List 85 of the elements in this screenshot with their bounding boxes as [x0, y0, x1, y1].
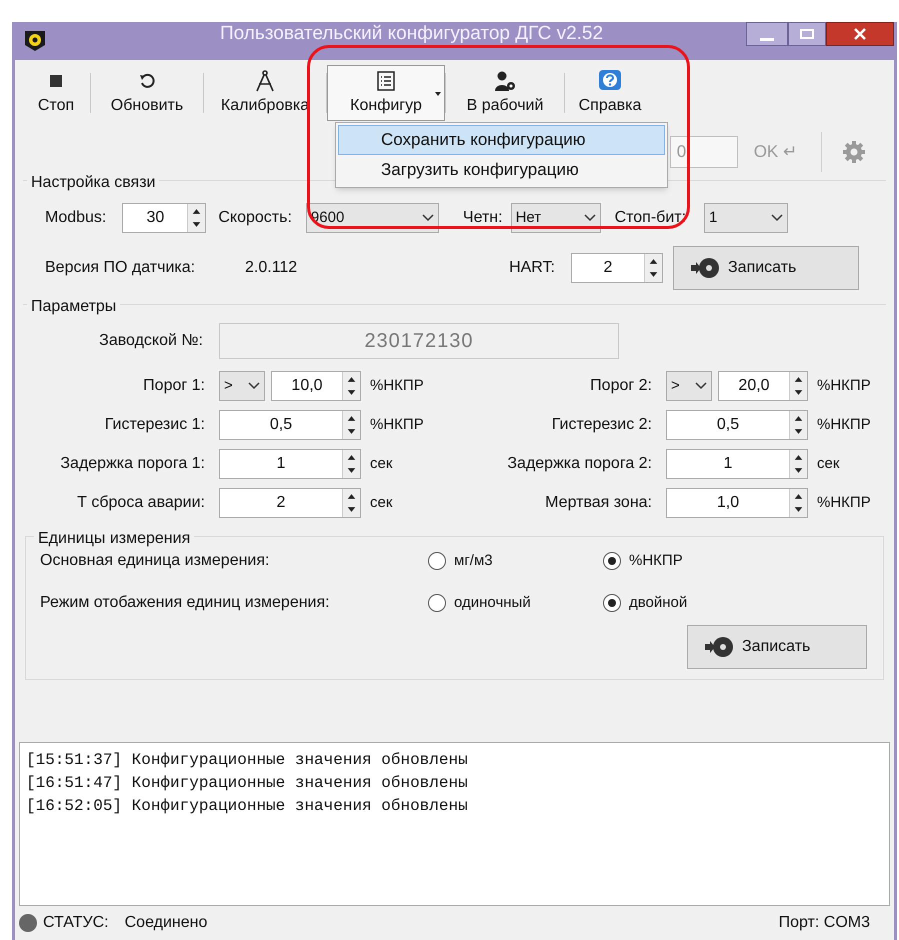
log-line: [15:51:37] Конфигурационные значения обновлены — [26, 750, 469, 771]
option-label: Режим отобажения единиц измерения: — [40, 593, 331, 613]
toolbar-button[interactable]: В рабочий — [446, 65, 564, 121]
disc-arrow-icon — [690, 257, 720, 279]
radio-label: мг/м3 — [454, 550, 493, 571]
field-label: Версия ПО датчика: — [45, 258, 196, 278]
status-value: Соединено — [124, 913, 208, 933]
menu-item[interactable]: Сохранить конфигурацию — [338, 125, 665, 155]
spin-field[interactable]: 1 — [219, 449, 361, 479]
close-button[interactable] — [826, 22, 894, 46]
field-label: Порог 1: — [142, 376, 206, 396]
version-value: 2.0.112 — [245, 258, 298, 278]
radio-label: двойной — [629, 592, 688, 613]
field-label: Стоп-бит: — [614, 208, 686, 228]
toolbar-button[interactable]: Обновить — [91, 65, 203, 121]
app-logo-icon — [23, 29, 47, 53]
window-title: Пользовательский конфигуратор ДГС v2.52 — [220, 24, 604, 44]
spin-field[interactable]: 2 — [219, 488, 361, 518]
radio-button[interactable] — [603, 552, 621, 570]
toolbar-button[interactable]: Конфигур — [327, 65, 445, 121]
spin-field[interactable]: 0,5 — [666, 410, 808, 440]
unit-label: %НКПР — [816, 376, 871, 396]
field-label: Четн: — [462, 208, 503, 228]
field-label: Modbus: — [45, 208, 106, 228]
dropdown-field[interactable]: 1 — [704, 203, 788, 233]
spin-field[interactable]: 1,0 — [666, 488, 808, 518]
log-line: [16:52:05] Конфигурационные значения обновлены — [26, 796, 469, 817]
field-label: HART: — [508, 258, 555, 278]
option-label: Основная единица измерения: — [40, 551, 270, 571]
radio-button[interactable] — [603, 594, 621, 612]
refresh-icon — [138, 72, 156, 90]
menu-item[interactable]: Загрузить конфигурацию — [338, 155, 665, 185]
unit-label: %НКПР — [816, 492, 871, 513]
status-label: СТАТУС: — [43, 913, 109, 933]
spin-field[interactable]: 20,0 — [718, 371, 808, 401]
help-icon — [598, 69, 622, 93]
chevron-down-icon — [248, 382, 260, 390]
unit-label: сек — [816, 454, 840, 474]
toolbar-button[interactable]: Справка — [565, 65, 655, 121]
spin-field[interactable]: 30 — [122, 203, 206, 233]
worker-gear-icon — [493, 70, 517, 92]
radio-button[interactable] — [428, 594, 446, 612]
chevron-down-icon — [584, 214, 596, 222]
write-button[interactable]: Записать — [673, 246, 859, 290]
chevron-down-icon — [771, 214, 784, 222]
dropdown-field[interactable]: > — [219, 371, 265, 401]
dropdown-field[interactable]: Нет — [510, 203, 601, 233]
chevron-down-icon — [695, 382, 707, 390]
spin-field[interactable]: 10,0 — [271, 371, 361, 401]
field-label: Т сброса аварии: — [76, 493, 206, 513]
field-label: Задержка порога 1: — [59, 454, 206, 474]
status-led-icon — [19, 914, 37, 932]
unit-label: %НКПР — [369, 414, 425, 435]
field-label: Скорость: — [218, 208, 292, 228]
log-line: [16:51:47] Конфигурационные значения обновлены — [26, 773, 469, 794]
stop-icon — [49, 74, 63, 88]
radio-button[interactable] — [428, 552, 446, 570]
radio-label: %НКПР — [629, 550, 683, 571]
unit-label: %НКПР — [816, 414, 871, 435]
field-label: Заводской №: — [98, 331, 203, 351]
serial-number-field: 230172130 — [219, 323, 619, 359]
dropdown-field[interactable]: > — [666, 371, 712, 401]
port-label: Порт: COM3 — [778, 913, 870, 933]
chevron-down-icon — [422, 214, 434, 222]
field-label: Гистерезис 2: — [550, 415, 653, 435]
spin-field[interactable]: 2 — [571, 253, 663, 283]
field-label: Гистерезис 1: — [104, 415, 206, 435]
minimize-button[interactable] — [746, 22, 788, 46]
disc-arrow-icon — [704, 636, 734, 658]
unit-label: %НКПР — [369, 376, 425, 396]
toolbar-button[interactable]: Стоп — [22, 65, 90, 121]
unit-label: сек — [369, 454, 394, 474]
field-label: Мертвая зона: — [544, 493, 653, 513]
field-label: Порог 2: — [589, 376, 653, 396]
write-button[interactable]: Записать — [687, 625, 867, 669]
spin-field[interactable]: 1 — [666, 449, 808, 479]
list-icon — [377, 71, 395, 91]
spin-field[interactable]: 0,5 — [219, 410, 361, 440]
maximize-button[interactable] — [788, 22, 826, 46]
radio-label: одиночный — [454, 592, 531, 613]
close-icon — [853, 28, 867, 40]
field-label: Задержка порога 2: — [506, 454, 653, 474]
unit-label: сек — [369, 492, 394, 513]
toolbar-button[interactable]: Калибровка — [204, 65, 326, 121]
compass-icon — [254, 69, 276, 93]
